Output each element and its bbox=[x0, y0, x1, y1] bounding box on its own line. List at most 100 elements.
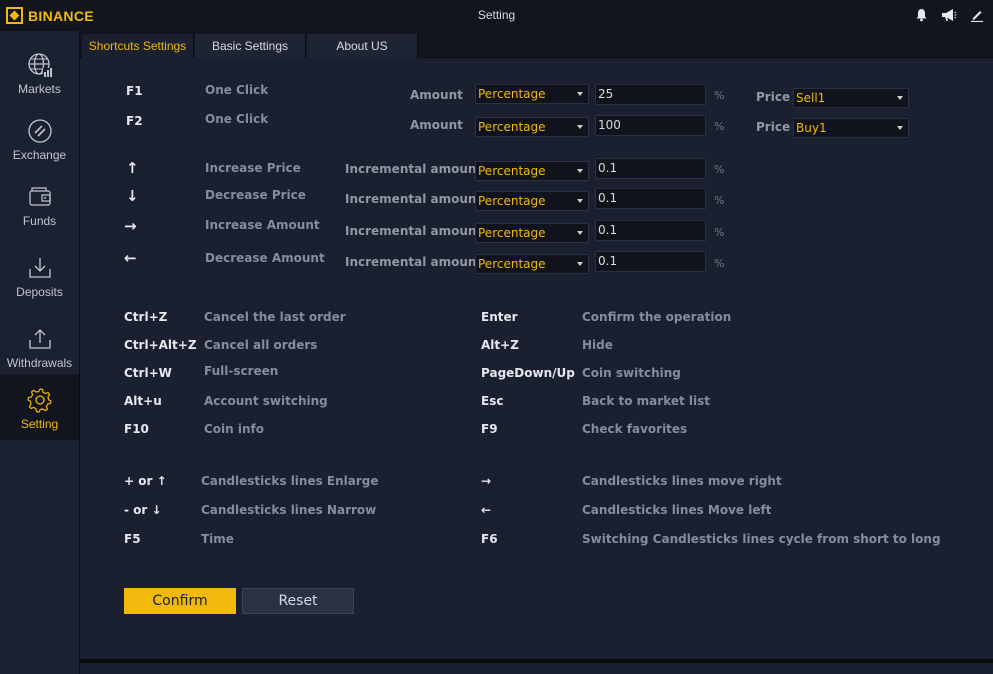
sidebar-item-label: Exchange bbox=[12, 148, 67, 162]
amount-type-select[interactable]: Percentage bbox=[475, 117, 589, 137]
shortcut-desc: Time bbox=[201, 532, 234, 546]
shortcuts-content: F1 One Click Amount Percentage 25 % Pric… bbox=[80, 58, 993, 658]
shortcut-key: - or ↓ bbox=[124, 503, 162, 517]
incremental-label: Incremental amount bbox=[345, 162, 483, 176]
upload-tray-icon bbox=[28, 329, 51, 349]
confirm-button[interactable]: Confirm bbox=[124, 588, 236, 614]
binance-logo: BINANCE bbox=[6, 7, 94, 24]
amount-type-select[interactable]: Percentage bbox=[475, 84, 589, 104]
logo-text: BINANCE bbox=[28, 7, 94, 24]
shortcut-desc: Decrease Amount bbox=[205, 251, 325, 265]
shortcut-desc: Back to market list bbox=[582, 394, 711, 408]
shortcut-desc: Account switching bbox=[204, 394, 328, 408]
price-select[interactable]: Sell1 bbox=[793, 88, 909, 108]
sidebar-item-label: Setting bbox=[20, 417, 59, 431]
price-label: Price bbox=[756, 90, 791, 104]
exchange-icon bbox=[27, 119, 52, 143]
shortcut-desc: Candlesticks lines Narrow bbox=[201, 503, 377, 517]
chevron-down-icon bbox=[897, 96, 903, 100]
gear-icon bbox=[26, 388, 52, 413]
shortcut-key: ← bbox=[481, 503, 492, 517]
shortcut-desc: Increase Price bbox=[205, 161, 301, 175]
shortcut-key: F5 bbox=[124, 532, 141, 546]
shortcut-key: PageDown/Up bbox=[481, 366, 575, 380]
tab-basic-settings[interactable]: Basic Settings bbox=[195, 34, 306, 58]
sidebar: Markets Exchange Funds Deposits Withdraw… bbox=[0, 31, 80, 674]
shortcut-key: ← bbox=[124, 249, 137, 267]
shortcut-desc: Full-screen bbox=[204, 364, 279, 378]
wallet-icon bbox=[28, 187, 51, 206]
increment-value-input[interactable]: 0.1 bbox=[595, 158, 706, 179]
incremental-label: Incremental amount bbox=[345, 255, 483, 269]
sidebar-item-setting[interactable]: Setting bbox=[0, 374, 79, 440]
bottom-divider bbox=[80, 659, 993, 663]
amount-value-input[interactable]: 25 bbox=[595, 84, 706, 105]
amount-value-input[interactable]: 100 bbox=[595, 115, 706, 136]
chevron-down-icon bbox=[577, 199, 583, 203]
shortcut-key: Alt+Z bbox=[481, 338, 519, 352]
shortcut-key: Ctrl+Z bbox=[124, 310, 168, 324]
shortcut-key: Ctrl+W bbox=[124, 366, 172, 380]
shortcut-desc: Coin info bbox=[204, 422, 265, 436]
increment-type-select[interactable]: Percentage bbox=[475, 223, 589, 243]
shortcut-desc: Candlesticks lines Enlarge bbox=[201, 474, 379, 488]
tab-bar: Shortcuts Settings Basic Settings About … bbox=[80, 31, 993, 58]
reset-button[interactable]: Reset bbox=[242, 588, 354, 614]
shortcut-key: ↑ bbox=[126, 159, 139, 177]
chevron-down-icon bbox=[577, 231, 583, 235]
tab-about-us[interactable]: About US bbox=[307, 34, 418, 58]
chevron-down-icon bbox=[897, 126, 903, 130]
title-bar: BINANCE Setting bbox=[0, 0, 993, 31]
shortcut-desc: Hide bbox=[582, 338, 613, 352]
tab-shortcuts-settings[interactable]: Shortcuts Settings bbox=[82, 34, 194, 58]
increment-type-select[interactable]: Percentage bbox=[475, 161, 589, 181]
shortcut-key: Esc bbox=[481, 394, 504, 408]
sidebar-item-markets[interactable]: Markets bbox=[0, 39, 79, 105]
shortcut-key: + or ↑ bbox=[124, 474, 167, 488]
sidebar-item-funds[interactable]: Funds bbox=[0, 171, 79, 237]
increment-value-input[interactable]: 0.1 bbox=[595, 251, 706, 272]
settings-panel: Shortcuts Settings Basic Settings About … bbox=[80, 31, 993, 674]
chevron-down-icon bbox=[577, 262, 583, 266]
percent-unit: % bbox=[714, 120, 725, 133]
percent-unit: % bbox=[714, 226, 725, 239]
shortcut-key: → bbox=[481, 474, 492, 488]
increment-value-input[interactable]: 0.1 bbox=[595, 188, 706, 209]
shortcut-key: F9 bbox=[481, 422, 498, 436]
sidebar-item-label: Markets bbox=[18, 82, 61, 96]
chevron-down-icon bbox=[577, 92, 583, 96]
shortcut-key: Ctrl+Alt+Z bbox=[124, 338, 197, 352]
shortcut-desc: Candlesticks lines Move left bbox=[582, 503, 772, 517]
increment-type-select[interactable]: Percentage bbox=[475, 191, 589, 211]
shortcut-desc: One Click bbox=[205, 83, 269, 97]
shortcut-key: F6 bbox=[481, 532, 498, 546]
shortcut-key: F2 bbox=[126, 114, 143, 128]
price-label: Price bbox=[756, 120, 791, 134]
edit-icon[interactable] bbox=[969, 7, 985, 23]
sidebar-item-exchange[interactable]: Exchange bbox=[0, 105, 79, 171]
shortcut-desc: Cancel all orders bbox=[204, 338, 318, 352]
sidebar-item-withdrawals[interactable]: Withdrawals bbox=[0, 313, 79, 379]
increment-value-input[interactable]: 0.1 bbox=[595, 220, 706, 241]
download-tray-icon bbox=[28, 258, 51, 278]
sidebar-item-label: Withdrawals bbox=[6, 356, 73, 370]
chevron-down-icon bbox=[577, 169, 583, 173]
percent-unit: % bbox=[714, 89, 725, 102]
incremental-label: Incremental amount bbox=[345, 224, 483, 238]
sidebar-item-deposits[interactable]: Deposits bbox=[0, 242, 79, 308]
incremental-label: Incremental amount bbox=[345, 192, 483, 206]
increment-type-select[interactable]: Percentage bbox=[475, 254, 589, 274]
sidebar-item-label: Deposits bbox=[16, 285, 63, 299]
shortcut-key: F1 bbox=[126, 84, 143, 98]
shortcut-key: F10 bbox=[124, 422, 149, 436]
megaphone-icon[interactable] bbox=[941, 7, 957, 23]
shortcut-desc: Switching Candlesticks lines cycle from … bbox=[582, 532, 941, 546]
bell-icon[interactable] bbox=[913, 7, 929, 23]
shortcut-key: ↓ bbox=[126, 187, 139, 205]
binance-logo-icon bbox=[6, 7, 23, 24]
shortcut-key: Alt+u bbox=[124, 394, 162, 408]
shortcut-desc: Candlesticks lines move right bbox=[582, 474, 782, 488]
amount-label: Amount bbox=[410, 88, 463, 102]
shortcut-key: → bbox=[124, 217, 137, 235]
price-select[interactable]: Buy1 bbox=[793, 118, 909, 138]
